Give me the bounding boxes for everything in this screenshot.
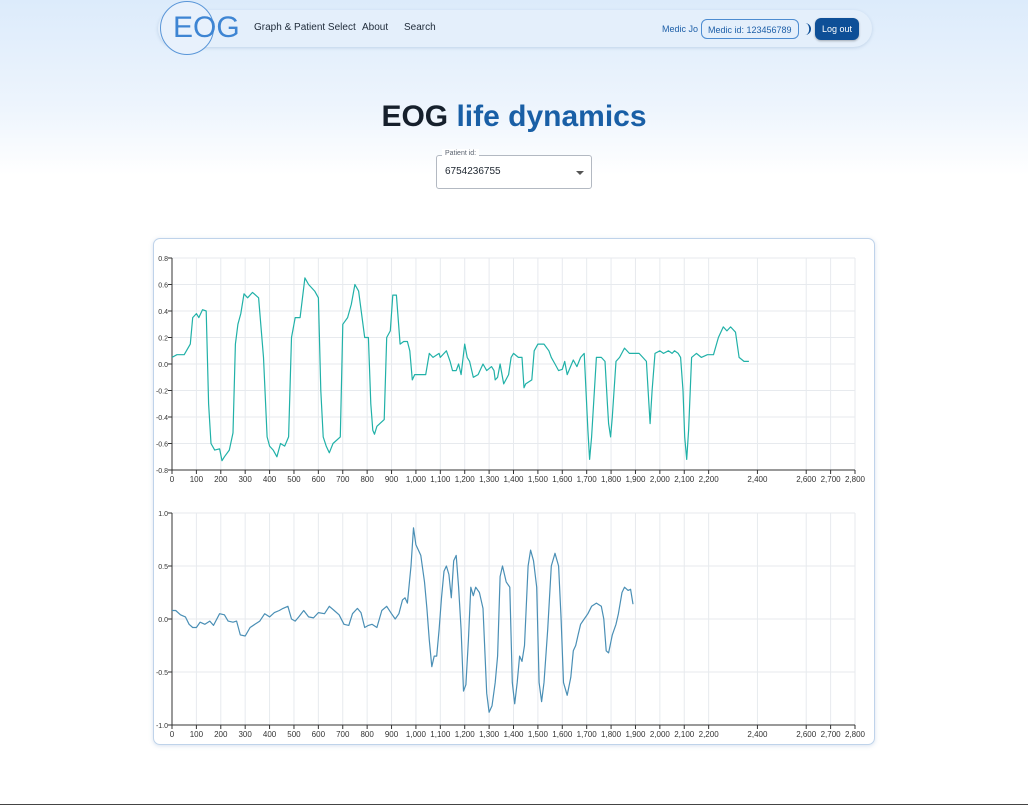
x-tick-label: 600	[312, 730, 326, 739]
y-tick-label: 0.0	[158, 362, 168, 369]
x-tick-label: 1,600	[552, 730, 573, 739]
x-tick-label: 0	[170, 730, 175, 739]
x-tick-label: 1,300	[479, 475, 500, 484]
chart-top: 0 100 200 300 400 500 600 700 800 900 1,000 1,100 1,…	[156, 256, 866, 739]
x-tick-label: 1,500	[528, 730, 549, 739]
x-tick-label: 1,000	[406, 475, 427, 484]
x-tick-label: 1,200	[455, 730, 476, 739]
x-tick-label: 400	[263, 730, 277, 739]
x-tick-label: 2,200	[699, 475, 720, 484]
x-tick-label: 1,900	[625, 730, 646, 739]
x-tick-label: 500	[287, 475, 301, 484]
x-tick-label: 700	[336, 730, 350, 739]
x-tick-label: 2,400	[747, 475, 768, 484]
x-tick-label: 1,700	[577, 475, 598, 484]
y-tick-label: -0.8	[156, 468, 168, 475]
x-tick-label: 800	[360, 730, 374, 739]
series-line	[171, 277, 749, 462]
x-tick-label: 400	[263, 475, 277, 484]
x-tick-label: 100	[190, 475, 204, 484]
x-tick-label: 300	[238, 730, 252, 739]
x-tick-label: 300	[238, 475, 252, 484]
x-tick-label: 1,800	[601, 730, 622, 739]
y-tick-label: -0.2	[156, 389, 168, 396]
y-tick-label: 0.5	[158, 564, 168, 571]
x-tick-label: 900	[385, 475, 399, 484]
x-tick-label: 1,800	[601, 475, 622, 484]
x-tick-label: 1,100	[430, 730, 451, 739]
y-tick-label: 0.6	[158, 283, 168, 290]
x-tick-label: 2,800	[845, 730, 866, 739]
y-tick-label: -0.4	[156, 415, 168, 422]
x-tick-label: 2,400	[747, 730, 768, 739]
x-tick-label: 1,700	[577, 730, 598, 739]
x-tick-label: 1,000	[406, 730, 427, 739]
x-tick-label: 2,100	[674, 475, 695, 484]
x-tick-label: 2,700	[821, 475, 842, 484]
y-tick-label: 0.0	[158, 617, 168, 624]
x-tick-label: 2,000	[650, 475, 671, 484]
y-tick-label: -0.6	[156, 442, 168, 449]
y-tick-label: -0.5	[156, 670, 168, 677]
x-tick-label: 1,600	[552, 475, 573, 484]
x-tick-label: 200	[214, 730, 228, 739]
x-tick-label: 600	[312, 475, 326, 484]
x-tick-label: 900	[385, 730, 399, 739]
x-tick-label: 1,500	[528, 475, 549, 484]
series-line	[172, 527, 634, 713]
x-tick-label: 2,600	[796, 730, 817, 739]
y-tick-label: -1.0	[156, 723, 168, 730]
x-tick-label: 200	[214, 475, 228, 484]
x-tick-label: 2,000	[650, 730, 671, 739]
x-tick-label: 1,400	[503, 475, 524, 484]
x-tick-label: 1,400	[503, 730, 524, 739]
x-tick-label: 2,700	[821, 730, 842, 739]
y-tick-label: 0.4	[158, 309, 168, 316]
x-tick-label: 800	[360, 475, 374, 484]
y-tick-label: 0.8	[158, 256, 168, 263]
x-tick-label: 700	[336, 475, 350, 484]
x-tick-label: 0	[170, 475, 175, 484]
x-tick-label: 1,300	[479, 730, 500, 739]
x-tick-label: 2,600	[796, 475, 817, 484]
x-tick-label: 100	[190, 730, 204, 739]
x-tick-label: 1,100	[430, 475, 451, 484]
x-tick-label: 1,900	[625, 475, 646, 484]
x-tick-label: 2,200	[699, 730, 720, 739]
x-tick-label: 500	[287, 730, 301, 739]
y-tick-label: 1.0	[158, 511, 168, 518]
x-tick-label: 2,100	[674, 730, 695, 739]
x-tick-label: 2,800	[845, 475, 866, 484]
page-divider	[0, 804, 1028, 805]
x-tick-label: 1,200	[455, 475, 476, 484]
y-tick-label: 0.2	[158, 336, 168, 343]
